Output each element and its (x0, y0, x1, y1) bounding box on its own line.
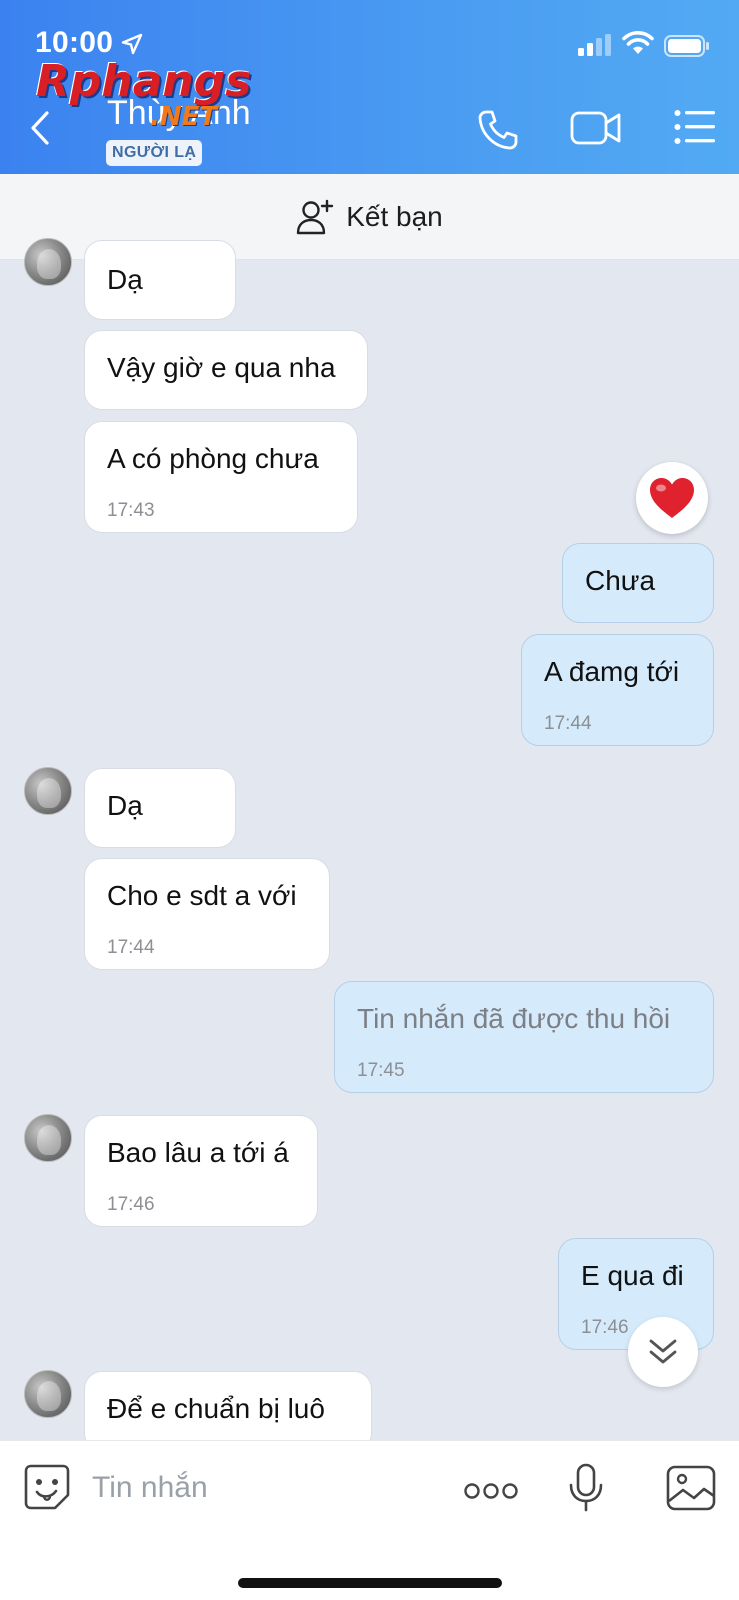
avatar[interactable] (24, 767, 72, 815)
message-composer: Tin nhắn (0, 1440, 739, 1600)
chevron-left-icon[interactable] (28, 110, 52, 146)
message-bubble[interactable]: Để e chuẩn bị luô (84, 1371, 372, 1451)
message-input[interactable]: Tin nhắn (92, 1471, 208, 1505)
stranger-badge: NGƯỜI LẠ (106, 140, 203, 166)
location-arrow-icon (121, 33, 143, 55)
contact-name[interactable]: Thùy Anh (107, 94, 251, 133)
message-bubble[interactable]: A có phòng chưa 17:43 (84, 421, 358, 533)
wifi-icon (622, 31, 654, 54)
add-friend-label: Kết bạn (346, 200, 443, 232)
message-bubble[interactable]: Tin nhắn đã được thu hồi 17:45 (334, 981, 714, 1093)
microphone-icon[interactable] (568, 1463, 604, 1513)
list-menu-icon[interactable] (674, 108, 716, 146)
message-time: 17:46 (107, 1194, 155, 1215)
more-dots-icon[interactable] (464, 1481, 518, 1501)
message-text: Bao lâu a tới á (107, 1137, 289, 1168)
message-time: 17:43 (107, 500, 155, 521)
avatar[interactable] (24, 1370, 72, 1418)
message-text: E qua đi (581, 1260, 684, 1291)
message-text: Dạ (107, 264, 143, 295)
message-time: 17:46 (581, 1317, 629, 1338)
avatar[interactable] (24, 1114, 72, 1162)
message-bubble[interactable]: Dạ (84, 768, 236, 848)
home-indicator (238, 1578, 502, 1588)
message-time: 17:44 (107, 937, 155, 958)
phone-icon[interactable] (476, 108, 520, 152)
image-gallery-icon[interactable] (666, 1465, 716, 1511)
chat-header: 10:00 Thùy Anh NGƯỜI LẠ Rphangs .NET (0, 0, 739, 174)
sticker-face-icon[interactable] (23, 1463, 71, 1511)
reaction-badge[interactable] (636, 462, 708, 534)
avatar[interactable] (24, 238, 72, 286)
message-text: A đamg tới (544, 656, 680, 687)
message-time: 17:44 (544, 713, 592, 734)
add-person-icon (297, 199, 334, 234)
message-bubble[interactable]: Chưa (562, 543, 714, 623)
battery-icon (664, 35, 709, 57)
message-text: A có phòng chưa (107, 443, 319, 474)
message-text: Chưa (585, 565, 656, 596)
message-bubble[interactable]: Vậy giờ e qua nha (84, 330, 368, 410)
scroll-to-bottom-button[interactable] (628, 1317, 698, 1387)
message-bubble[interactable]: Cho e sdt a với 17:44 (84, 858, 330, 970)
message-text-recalled: Tin nhắn đã được thu hồi (357, 1003, 671, 1034)
cellular-signal-icon (578, 34, 611, 56)
message-text: Vậy giờ e qua nha (107, 352, 336, 383)
status-time: 10:00 (35, 26, 114, 59)
video-camera-icon[interactable] (570, 108, 622, 148)
message-text: Cho e sdt a với (107, 880, 297, 911)
message-bubble[interactable]: Dạ (84, 240, 236, 320)
double-chevron-down-icon (649, 1339, 677, 1364)
message-text: Dạ (107, 790, 143, 821)
message-text: Để e chuẩn bị luô (107, 1393, 325, 1424)
message-bubble[interactable]: Bao lâu a tới á 17:46 (84, 1115, 318, 1227)
message-bubble[interactable]: A đamg tới 17:44 (521, 634, 714, 746)
heart-icon (650, 478, 694, 518)
message-time: 17:45 (357, 1060, 405, 1081)
